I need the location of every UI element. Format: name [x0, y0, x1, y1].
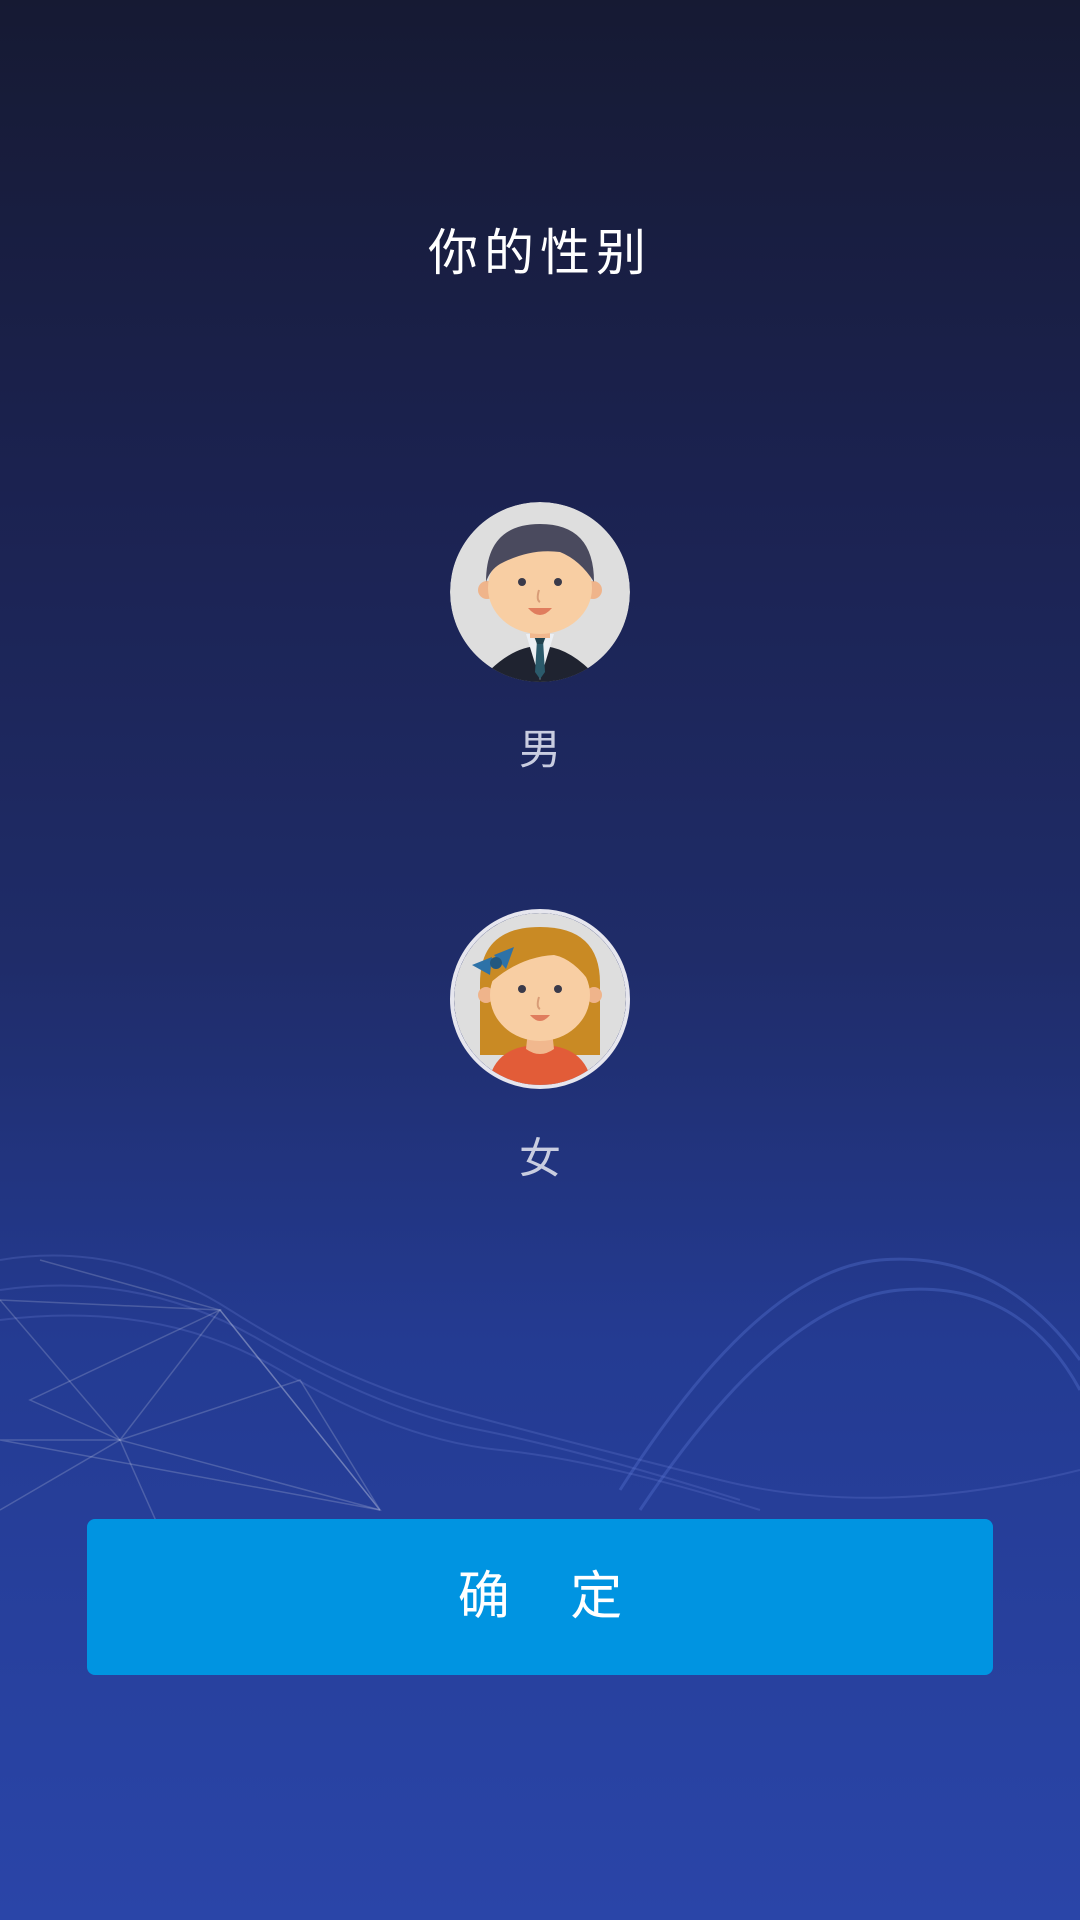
gender-option-male[interactable]: 男: [450, 502, 630, 774]
gender-label-male: 男: [518, 725, 561, 774]
female-avatar-icon[interactable]: [450, 909, 630, 1089]
gender-label-female: 女: [518, 1134, 561, 1183]
gender-option-female[interactable]: 女: [450, 909, 630, 1183]
male-avatar-icon[interactable]: [450, 502, 630, 682]
background-wave-decoration: [0, 1254, 1080, 1531]
confirm-button[interactable]: 确 定: [87, 1519, 993, 1675]
page-title: 你的性别: [428, 224, 652, 282]
